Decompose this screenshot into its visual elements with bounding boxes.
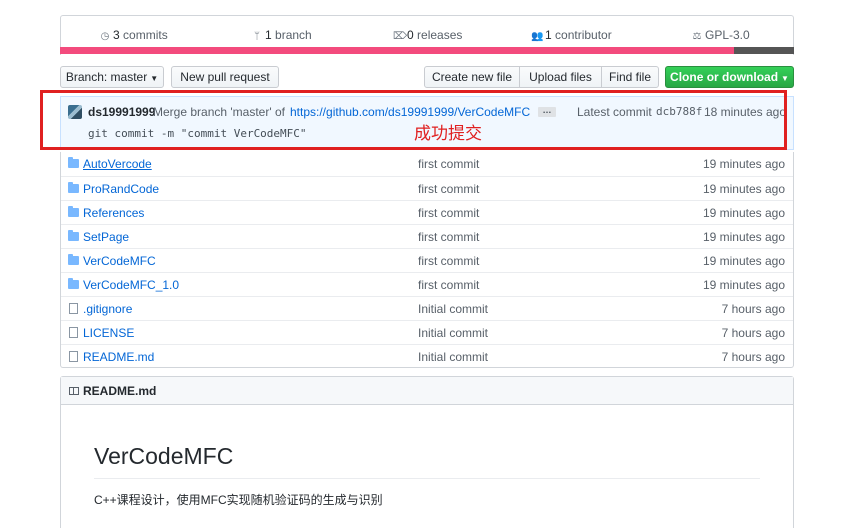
file-name-link[interactable]: SetPage — [83, 230, 129, 244]
license-label: GPL-3.0 — [705, 28, 750, 42]
folder-icon — [68, 182, 79, 193]
file-icon — [69, 351, 78, 362]
file-age: 19 minutes ago — [702, 278, 785, 292]
branch-label: branch — [275, 28, 312, 42]
file-age: 19 minutes ago — [702, 230, 785, 244]
file-list: AutoVercode first commit 19 minutes ago … — [60, 152, 794, 368]
table-row: AutoVercode first commit 19 minutes ago — [61, 152, 793, 176]
file-age: 19 minutes ago — [702, 206, 785, 220]
caret-down-icon: ▼ — [781, 74, 789, 83]
file-commit-message[interactable]: first commit — [418, 278, 479, 292]
new-pull-request-button[interactable]: New pull request — [171, 66, 279, 88]
branch-select-label: Branch: — [65, 70, 108, 84]
table-row: VerCodeMFC first commit 19 minutes ago — [61, 248, 793, 272]
contributor-count: 1 — [545, 28, 552, 42]
folder-icon — [68, 278, 79, 289]
language-segment-other — [734, 47, 794, 54]
file-name-link[interactable]: AutoVercode — [83, 157, 152, 171]
create-new-file-button[interactable]: Create new file — [424, 66, 520, 88]
file-icon — [69, 303, 78, 314]
branch-icon: ᛘ — [254, 31, 260, 42]
file-age: 7 hours ago — [721, 326, 785, 340]
file-name-link[interactable]: VerCodeMFC_1.0 — [83, 278, 179, 292]
file-commit-message[interactable]: first commit — [418, 206, 479, 220]
releases-label: releases — [417, 28, 463, 42]
table-row: References first commit 19 minutes ago — [61, 200, 793, 224]
file-icon — [69, 327, 78, 338]
file-name-link[interactable]: LICENSE — [83, 326, 134, 340]
history-icon: ◷ — [100, 31, 110, 42]
contributor-label: contributor — [555, 28, 612, 42]
language-segment-cpp — [60, 47, 734, 54]
folder-icon — [68, 157, 79, 168]
table-row: README.md Initial commit 7 hours ago — [61, 344, 793, 368]
file-name-link[interactable]: .gitignore — [83, 302, 132, 316]
file-commit-message[interactable]: Initial commit — [418, 350, 488, 364]
releases-count: 0 — [407, 28, 414, 42]
file-commit-message[interactable]: first commit — [418, 182, 479, 196]
file-age: 7 hours ago — [721, 350, 785, 364]
table-row: SetPage first commit 19 minutes ago — [61, 224, 793, 248]
readme-title: VerCodeMFC — [94, 443, 234, 469]
file-age: 7 hours ago — [721, 302, 785, 316]
folder-icon — [68, 206, 79, 217]
branch-count: 1 — [265, 28, 272, 42]
annotation-text: 成功提交 — [414, 124, 482, 144]
branch-select-button[interactable]: Branch: master ▼ — [60, 66, 164, 88]
table-row: .gitignore Initial commit 7 hours ago — [61, 296, 793, 320]
people-icon: 👥 — [531, 31, 544, 42]
table-row: ProRandCode first commit 19 minutes ago — [61, 176, 793, 200]
find-file-button[interactable]: Find file — [601, 66, 659, 88]
book-icon — [69, 387, 79, 395]
table-row: LICENSE Initial commit 7 hours ago — [61, 320, 793, 344]
folder-icon — [68, 254, 79, 265]
clone-download-button[interactable]: Clone or download ▼ — [665, 66, 794, 88]
releases-link[interactable]: ⌦0 releases — [393, 28, 462, 42]
caret-down-icon: ▼ — [150, 74, 159, 83]
upload-files-button[interactable]: Upload files — [519, 66, 602, 88]
readme-header: README.md — [61, 377, 793, 405]
file-name-link[interactable]: README.md — [83, 350, 154, 364]
readme-description: C++课程设计，使用MFC实现随机验证码的生成与识别 — [94, 493, 383, 507]
file-commit-message[interactable]: first commit — [418, 230, 479, 244]
file-age: 19 minutes ago — [702, 157, 785, 171]
tag-icon: ⌦ — [393, 31, 408, 42]
branches-link[interactable]: ᛘ1 branch — [251, 28, 312, 42]
table-row: VerCodeMFC_1.0 first commit 19 minutes a… — [61, 272, 793, 296]
file-name-link[interactable]: References — [83, 206, 144, 220]
file-commit-message[interactable]: Initial commit — [418, 302, 488, 316]
folder-icon — [68, 230, 79, 241]
license-link[interactable]: ⚖ GPL-3.0 — [691, 28, 750, 42]
divider — [94, 478, 760, 479]
branch-select-value: master — [110, 70, 148, 84]
file-commit-message[interactable]: Initial commit — [418, 326, 488, 340]
file-commit-message[interactable]: first commit — [418, 157, 479, 171]
file-name-link[interactable]: VerCodeMFC — [83, 254, 156, 268]
law-icon: ⚖ — [692, 31, 702, 42]
commits-label: commits — [123, 28, 168, 42]
commits-link[interactable]: ◷ 3 commits — [99, 28, 168, 42]
commits-count: 3 — [113, 28, 120, 42]
file-age: 19 minutes ago — [702, 254, 785, 268]
file-commit-message[interactable]: first commit — [418, 254, 479, 268]
file-age: 19 minutes ago — [702, 182, 785, 196]
language-bar[interactable] — [60, 47, 794, 54]
readme-header-title: README.md — [83, 384, 157, 398]
contributors-link[interactable]: 👥 1 contributor — [531, 28, 612, 42]
clone-download-label: Clone or download — [670, 70, 779, 84]
file-name-link[interactable]: ProRandCode — [83, 182, 159, 196]
readme-panel: README.md VerCodeMFC C++课程设计，使用MFC实现随机验证… — [60, 376, 794, 528]
